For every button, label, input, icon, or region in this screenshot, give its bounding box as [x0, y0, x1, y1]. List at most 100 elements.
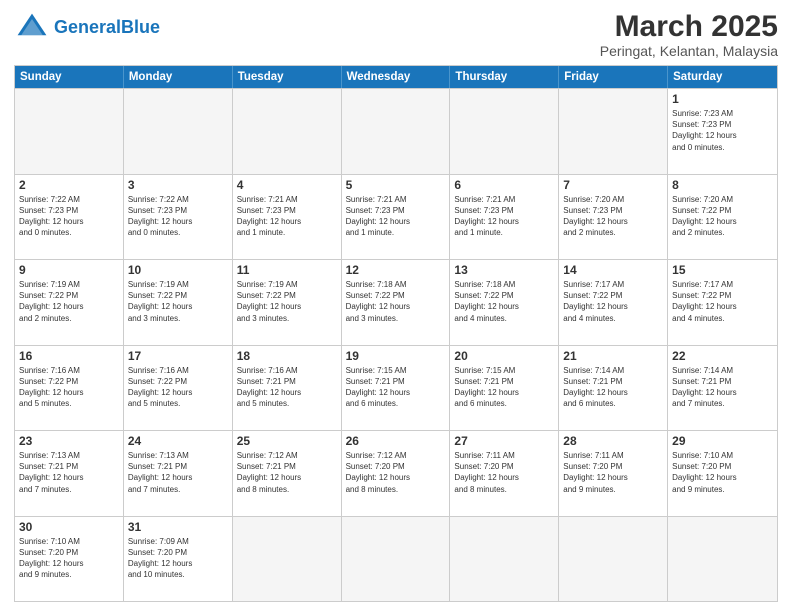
calendar-header-thursday: Thursday	[450, 66, 559, 88]
calendar-cell: 2 Sunrise: 7:22 AMSunset: 7:23 PMDaylight…	[15, 175, 124, 260]
calendar-cell: 31Sunrise: 7:09 AMSunset: 7:20 PMDayligh…	[124, 517, 233, 602]
day-number: 25	[237, 434, 337, 448]
calendar-week-1: 1 Sunrise: 7:23 AMSunset: 7:23 PMDaylight…	[15, 88, 777, 174]
calendar-cell: 16 Sunrise: 7:16 AMSunset: 7:22 PMDayligh…	[15, 346, 124, 431]
calendar-cell: 14Sunrise: 7:17 AMSunset: 7:22 PMDayligh…	[559, 260, 668, 345]
sun-info: Sunrise: 7:16 AMSunset: 7:21 PMDaylight:…	[237, 365, 337, 410]
day-number: 2	[19, 178, 119, 192]
calendar-cell: 24Sunrise: 7:13 AMSunset: 7:21 PMDayligh…	[124, 431, 233, 516]
day-number: 3	[128, 178, 228, 192]
day-number: 31	[128, 520, 228, 534]
calendar-cell: 19 Sunrise: 7:15 AMSunset: 7:21 PMDayligh…	[342, 346, 451, 431]
sun-info: Sunrise: 7:10 AMSunset: 7:20 PMDaylight:…	[672, 450, 773, 495]
calendar-cell: 4 Sunrise: 7:21 AMSunset: 7:23 PMDaylight…	[233, 175, 342, 260]
sun-info: Sunrise: 7:17 AMSunset: 7:22 PMDaylight:…	[672, 279, 773, 324]
page: GeneralBlue March 2025 Peringat, Kelanta…	[0, 0, 792, 612]
sun-info: Sunrise: 7:21 AMSunset: 7:23 PMDaylight:…	[454, 194, 554, 239]
day-number: 18	[237, 349, 337, 363]
calendar-cell	[342, 89, 451, 174]
sun-info: Sunrise: 7:16 AMSunset: 7:22 PMDaylight:…	[128, 365, 228, 410]
calendar-cell: 11Sunrise: 7:19 AMSunset: 7:22 PMDayligh…	[233, 260, 342, 345]
title-block: March 2025 Peringat, Kelantan, Malaysia	[600, 10, 778, 59]
calendar-header-row: SundayMondayTuesdayWednesdayThursdayFrid…	[15, 66, 777, 88]
calendar-cell: 27 Sunrise: 7:11 AMSunset: 7:20 PMDayligh…	[450, 431, 559, 516]
day-number: 1	[672, 92, 773, 106]
day-number: 6	[454, 178, 554, 192]
calendar-cell: 28Sunrise: 7:11 AMSunset: 7:20 PMDayligh…	[559, 431, 668, 516]
calendar-cell: 22Sunrise: 7:14 AMSunset: 7:21 PMDayligh…	[668, 346, 777, 431]
sun-info: Sunrise: 7:18 AMSunset: 7:22 PMDaylight:…	[454, 279, 554, 324]
month-title: March 2025	[600, 10, 778, 43]
calendar-cell	[668, 517, 777, 602]
calendar-cell: 21 Sunrise: 7:14 AMSunset: 7:21 PMDayligh…	[559, 346, 668, 431]
calendar-cell: 20Sunrise: 7:15 AMSunset: 7:21 PMDayligh…	[450, 346, 559, 431]
sun-info: Sunrise: 7:22 AMSunset: 7:23 PMDaylight:…	[19, 194, 119, 239]
day-number: 11	[237, 263, 337, 277]
sun-info: Sunrise: 7:19 AMSunset: 7:22 PMDaylight:…	[19, 279, 119, 324]
calendar-cell: 10 Sunrise: 7:19 AMSunset: 7:22 PMDayligh…	[124, 260, 233, 345]
calendar-cell	[124, 89, 233, 174]
calendar-week-4: 16 Sunrise: 7:16 AMSunset: 7:22 PMDayligh…	[15, 345, 777, 431]
calendar-header-monday: Monday	[124, 66, 233, 88]
calendar-cell	[15, 89, 124, 174]
calendar-cell: 13 Sunrise: 7:18 AMSunset: 7:22 PMDayligh…	[450, 260, 559, 345]
sun-info: Sunrise: 7:13 AMSunset: 7:21 PMDaylight:…	[19, 450, 119, 495]
day-number: 27	[454, 434, 554, 448]
day-number: 26	[346, 434, 446, 448]
day-number: 19	[346, 349, 446, 363]
calendar-body: 1 Sunrise: 7:23 AMSunset: 7:23 PMDaylight…	[15, 88, 777, 601]
calendar-week-5: 23 Sunrise: 7:13 AMSunset: 7:21 PMDayligh…	[15, 430, 777, 516]
calendar-cell	[450, 89, 559, 174]
calendar-cell: 12Sunrise: 7:18 AMSunset: 7:22 PMDayligh…	[342, 260, 451, 345]
day-number: 28	[563, 434, 663, 448]
sun-info: Sunrise: 7:15 AMSunset: 7:21 PMDaylight:…	[454, 365, 554, 410]
calendar-cell	[450, 517, 559, 602]
day-number: 10	[128, 263, 228, 277]
calendar-header-tuesday: Tuesday	[233, 66, 342, 88]
day-number: 8	[672, 178, 773, 192]
day-number: 22	[672, 349, 773, 363]
day-number: 29	[672, 434, 773, 448]
calendar-cell: 7Sunrise: 7:20 AMSunset: 7:23 PMDaylight…	[559, 175, 668, 260]
sun-info: Sunrise: 7:22 AMSunset: 7:23 PMDaylight:…	[128, 194, 228, 239]
calendar-header-sunday: Sunday	[15, 66, 124, 88]
calendar-cell: 23 Sunrise: 7:13 AMSunset: 7:21 PMDayligh…	[15, 431, 124, 516]
sun-info: Sunrise: 7:12 AMSunset: 7:20 PMDaylight:…	[346, 450, 446, 495]
calendar-cell: 26 Sunrise: 7:12 AMSunset: 7:20 PMDayligh…	[342, 431, 451, 516]
sun-info: Sunrise: 7:12 AMSunset: 7:21 PMDaylight:…	[237, 450, 337, 495]
header: GeneralBlue March 2025 Peringat, Kelanta…	[14, 10, 778, 59]
day-number: 16	[19, 349, 119, 363]
sun-info: Sunrise: 7:19 AMSunset: 7:22 PMDaylight:…	[128, 279, 228, 324]
day-number: 30	[19, 520, 119, 534]
calendar-cell	[559, 89, 668, 174]
sun-info: Sunrise: 7:13 AMSunset: 7:21 PMDaylight:…	[128, 450, 228, 495]
calendar-cell	[559, 517, 668, 602]
day-number: 5	[346, 178, 446, 192]
sun-info: Sunrise: 7:21 AMSunset: 7:23 PMDaylight:…	[237, 194, 337, 239]
day-number: 13	[454, 263, 554, 277]
calendar-cell	[233, 89, 342, 174]
calendar-cell	[233, 517, 342, 602]
sun-info: Sunrise: 7:11 AMSunset: 7:20 PMDaylight:…	[454, 450, 554, 495]
sun-info: Sunrise: 7:18 AMSunset: 7:22 PMDaylight:…	[346, 279, 446, 324]
day-number: 23	[19, 434, 119, 448]
calendar-cell: 25 Sunrise: 7:12 AMSunset: 7:21 PMDayligh…	[233, 431, 342, 516]
day-number: 9	[19, 263, 119, 277]
calendar-cell: 1 Sunrise: 7:23 AMSunset: 7:23 PMDaylight…	[668, 89, 777, 174]
sun-info: Sunrise: 7:21 AMSunset: 7:23 PMDaylight:…	[346, 194, 446, 239]
sun-info: Sunrise: 7:15 AMSunset: 7:21 PMDaylight:…	[346, 365, 446, 410]
day-number: 7	[563, 178, 663, 192]
day-number: 21	[563, 349, 663, 363]
sun-info: Sunrise: 7:16 AMSunset: 7:22 PMDaylight:…	[19, 365, 119, 410]
sun-info: Sunrise: 7:14 AMSunset: 7:21 PMDaylight:…	[563, 365, 663, 410]
calendar-cell: 29 Sunrise: 7:10 AMSunset: 7:20 PMDayligh…	[668, 431, 777, 516]
day-number: 17	[128, 349, 228, 363]
sun-info: Sunrise: 7:17 AMSunset: 7:22 PMDaylight:…	[563, 279, 663, 324]
sun-info: Sunrise: 7:23 AMSunset: 7:23 PMDaylight:…	[672, 108, 773, 153]
logo: GeneralBlue	[14, 10, 160, 46]
calendar-header-saturday: Saturday	[668, 66, 777, 88]
calendar-week-6: 30 Sunrise: 7:10 AMSunset: 7:20 PMDayligh…	[15, 516, 777, 602]
logo-icon	[14, 10, 50, 46]
sun-info: Sunrise: 7:10 AMSunset: 7:20 PMDaylight:…	[19, 536, 119, 581]
day-number: 4	[237, 178, 337, 192]
